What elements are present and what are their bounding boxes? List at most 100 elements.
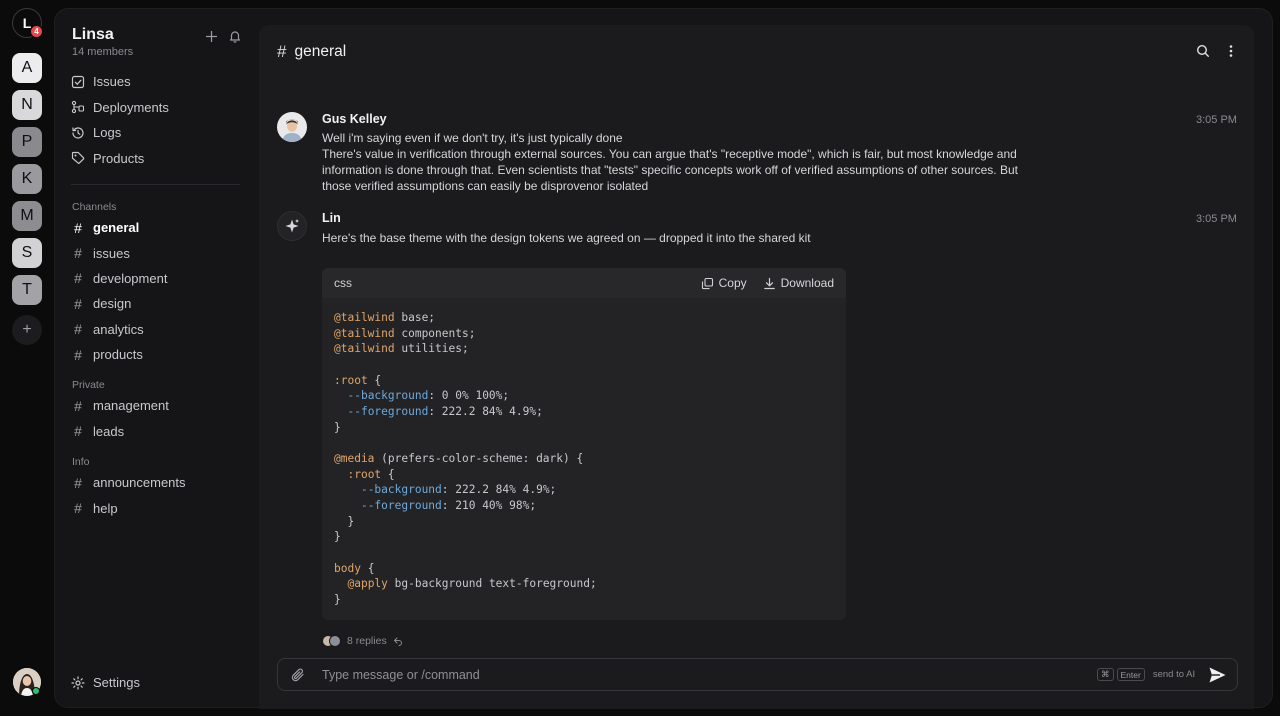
attach-button[interactable] <box>290 667 306 688</box>
hash-icon: # <box>277 42 287 61</box>
online-status-indicator <box>32 687 40 695</box>
workspace-item[interactable]: K <box>12 164 42 194</box>
nav-item-products[interactable]: Products <box>71 146 241 172</box>
hash-icon: # <box>74 270 82 287</box>
code-token: body <box>334 561 361 575</box>
workspace-item[interactable]: P <box>12 127 42 157</box>
workspace-item[interactable]: N <box>12 90 42 120</box>
code-line: @tailwind utilities; <box>334 341 834 357</box>
channel-item-leads[interactable]: # leads <box>71 418 241 443</box>
channel-item-management[interactable]: # management <box>71 393 241 418</box>
channel-item-development[interactable]: # development <box>71 266 241 291</box>
channel-item-help[interactable]: # help <box>71 495 241 520</box>
workspace-item[interactable]: S <box>12 238 42 268</box>
download-icon <box>763 277 775 289</box>
notifications-button[interactable] <box>228 29 242 43</box>
code-language: css <box>334 276 352 290</box>
products-icon <box>71 152 85 165</box>
reply-avatars <box>322 635 341 647</box>
workspace-item[interactable]: A <box>12 53 42 83</box>
channel-item-analytics[interactable]: # analytics <box>71 317 241 342</box>
channel-item-announcements[interactable]: # announcements <box>71 470 241 495</box>
message-author[interactable]: Lin <box>322 211 341 225</box>
code-line: :root { <box>334 467 834 483</box>
workspace-item[interactable]: T <box>12 275 42 305</box>
settings-button[interactable]: Settings <box>71 675 140 690</box>
hash-icon: # <box>74 474 82 491</box>
code-token: :root <box>347 467 382 481</box>
hash-icon: # <box>74 397 82 414</box>
nav-item-logs[interactable]: Logs <box>71 120 241 146</box>
channel-item-general[interactable]: # general <box>71 215 241 240</box>
hash-icon: # <box>74 346 82 363</box>
code-token: utilities; <box>394 342 469 356</box>
workspace-list: A N P K M S T <box>12 53 42 312</box>
info-channel-list: # announcements # help <box>71 470 241 521</box>
channel-label: general <box>93 220 140 236</box>
page-title: general <box>294 43 347 60</box>
send-to-ai-hint: send to AI <box>1152 669 1196 680</box>
command-key: ⌘ <box>1097 668 1114 681</box>
search-button[interactable] <box>1196 44 1210 58</box>
new-item-button[interactable] <box>204 29 218 43</box>
plus-icon <box>205 30 217 42</box>
download-label: Download <box>780 276 834 290</box>
code-block: css Copy Download @tailwind base; @tailwi… <box>322 268 846 620</box>
channel-label: management <box>93 398 169 414</box>
code-token: --background <box>347 389 429 403</box>
nav-item-label: Deployments <box>93 99 169 115</box>
nav-item-label: Logs <box>93 125 122 141</box>
org-name: Linsa <box>72 26 114 43</box>
channel-item-issues[interactable]: # issues <box>71 240 241 265</box>
nav-item-label: Products <box>93 150 145 166</box>
channel-label: analytics <box>93 321 144 337</box>
org-member-count: 14 members <box>72 46 134 58</box>
code-content: @tailwind base; @tailwind components; @tai… <box>322 298 846 619</box>
channel-label: announcements <box>93 475 186 491</box>
hash-icon: # <box>74 245 82 262</box>
code-token: :root <box>334 373 368 387</box>
copy-code-button[interactable]: Copy <box>701 276 747 290</box>
code-token: bg-background text-foreground; <box>387 577 597 591</box>
code-line: :root { <box>334 373 834 389</box>
code-line: } <box>334 592 834 608</box>
code-token: : 222.2 84% 4.9%; <box>441 483 557 497</box>
channel-item-design[interactable]: # design <box>71 291 241 316</box>
workspace-item[interactable]: M <box>12 201 42 231</box>
code-token: --foreground <box>360 498 442 512</box>
send-icon <box>1209 667 1226 683</box>
message-avatar[interactable] <box>277 112 307 142</box>
message-text: Well i'm saying even if we don't try, it… <box>322 131 623 145</box>
sidebar-divider <box>71 184 240 185</box>
hash-icon: # <box>74 219 82 236</box>
thread-replies-link[interactable]: 8 replies <box>322 635 403 647</box>
code-token: components; <box>394 326 476 340</box>
code-token: @tailwind <box>334 311 395 324</box>
workspace-initial: N <box>21 96 33 113</box>
code-token: { <box>381 467 395 481</box>
message: Gus Kelley 3:05 PM Well i'm saying even … <box>277 112 1237 202</box>
sparkles-icon <box>285 219 299 233</box>
more-options-button[interactable] <box>1224 44 1238 58</box>
section-label-private: Private <box>72 379 105 391</box>
message-author[interactable]: Gus Kelley <box>322 112 387 126</box>
code-token: @media <box>334 451 375 465</box>
code-token: : 0 0% 100%; <box>428 389 510 403</box>
code-line: --foreground: 210 40% 98%; <box>334 498 834 514</box>
code-line: --foreground: 222.2 84% 4.9%; <box>334 404 834 420</box>
hash-icon: # <box>74 321 82 338</box>
send-button[interactable] <box>1208 666 1227 689</box>
download-code-button[interactable]: Download <box>763 276 834 290</box>
channel-item-products[interactable]: # products <box>71 342 241 367</box>
primary-nav: Issues Deployments Logs Products <box>71 69 241 171</box>
workspace-initial: S <box>21 244 33 261</box>
add-workspace-button[interactable]: + <box>12 315 42 345</box>
nav-item-deployments[interactable]: Deployments <box>71 95 241 121</box>
message-avatar[interactable] <box>277 211 307 241</box>
channel-header: # general <box>277 42 346 62</box>
bell-icon <box>229 31 241 43</box>
nav-item-issues[interactable]: Issues <box>71 69 241 95</box>
code-token: { <box>360 561 375 575</box>
message-input[interactable] <box>322 665 1082 685</box>
